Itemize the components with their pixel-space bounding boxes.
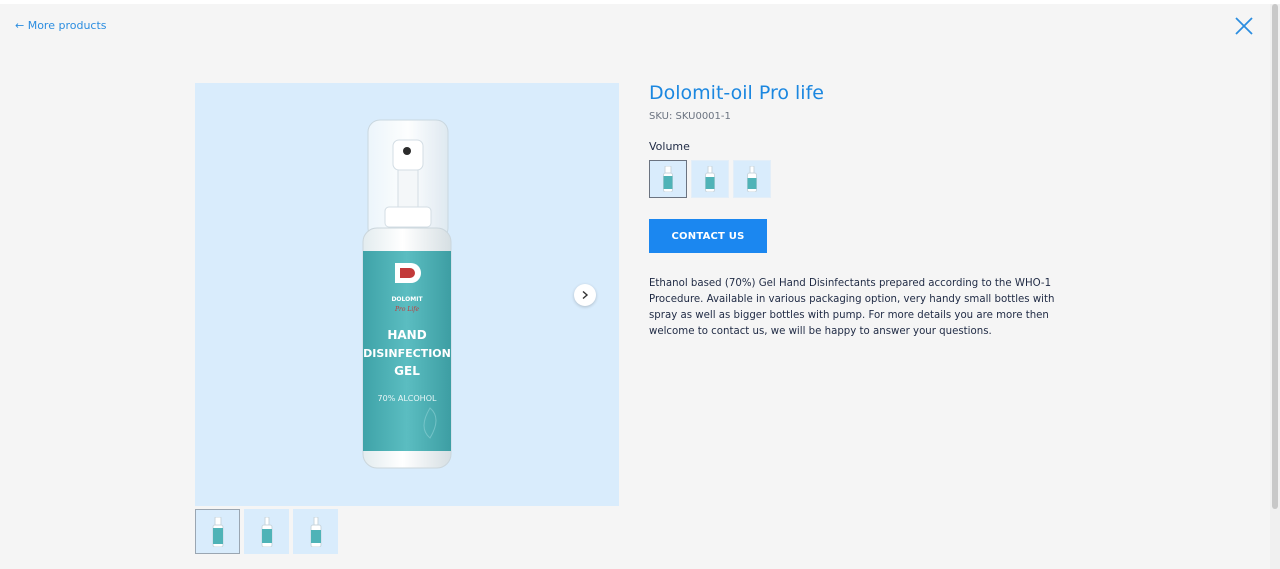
thumbnail-2[interactable] [244, 509, 289, 554]
thumbnail-1[interactable] [195, 509, 240, 554]
bottle-gel-text: GEL [394, 364, 420, 378]
thumbnail-strip [195, 509, 338, 554]
more-products-link[interactable]: ← More products [15, 19, 107, 32]
bottle-thumbnail-icon [212, 516, 223, 547]
bottle-brand-text: DOLOMIT [391, 296, 423, 303]
next-image-button[interactable] [574, 284, 596, 306]
volume-label: Volume [649, 140, 690, 153]
bottle-option-icon [705, 166, 715, 192]
product-main-image: DOLOMIT Pro Life HAND DISINFECTION GEL 7… [195, 83, 619, 506]
product-description: Ethanol based (70%) Gel Hand Disinfectan… [649, 278, 1055, 337]
volume-options [649, 160, 771, 198]
top-strip [0, 0, 1280, 4]
product-sku: SKU: SKU0001-1 [649, 111, 731, 122]
bottle-image: DOLOMIT Pro Life HAND DISINFECTION GEL 7… [362, 119, 452, 469]
close-icon [1235, 17, 1253, 35]
thumbnail-3[interactable] [293, 509, 338, 554]
contact-us-button[interactable]: CONTACT US [649, 219, 767, 253]
bottle-thumbnail-icon [261, 516, 272, 547]
close-button[interactable] [1233, 15, 1255, 37]
volume-option-2[interactable] [691, 160, 729, 198]
volume-option-3[interactable] [733, 160, 771, 198]
scrollbar-thumb[interactable] [1272, 4, 1278, 509]
bottle-thumbnail-icon [310, 516, 321, 547]
bottle-option-icon [663, 166, 673, 192]
bottle-disinfection-text: DISINFECTION [363, 347, 451, 360]
bottle-alcohol-text: 70% ALCOHOL [378, 394, 437, 403]
chevron-right-icon [582, 290, 589, 300]
bottle-script-text: Pro Life [394, 306, 420, 313]
bottle-option-icon [747, 166, 757, 192]
bottle-hand-text: HAND [387, 328, 426, 342]
product-title: Dolomit-oil Pro life [649, 82, 824, 104]
volume-option-1[interactable] [649, 160, 687, 198]
